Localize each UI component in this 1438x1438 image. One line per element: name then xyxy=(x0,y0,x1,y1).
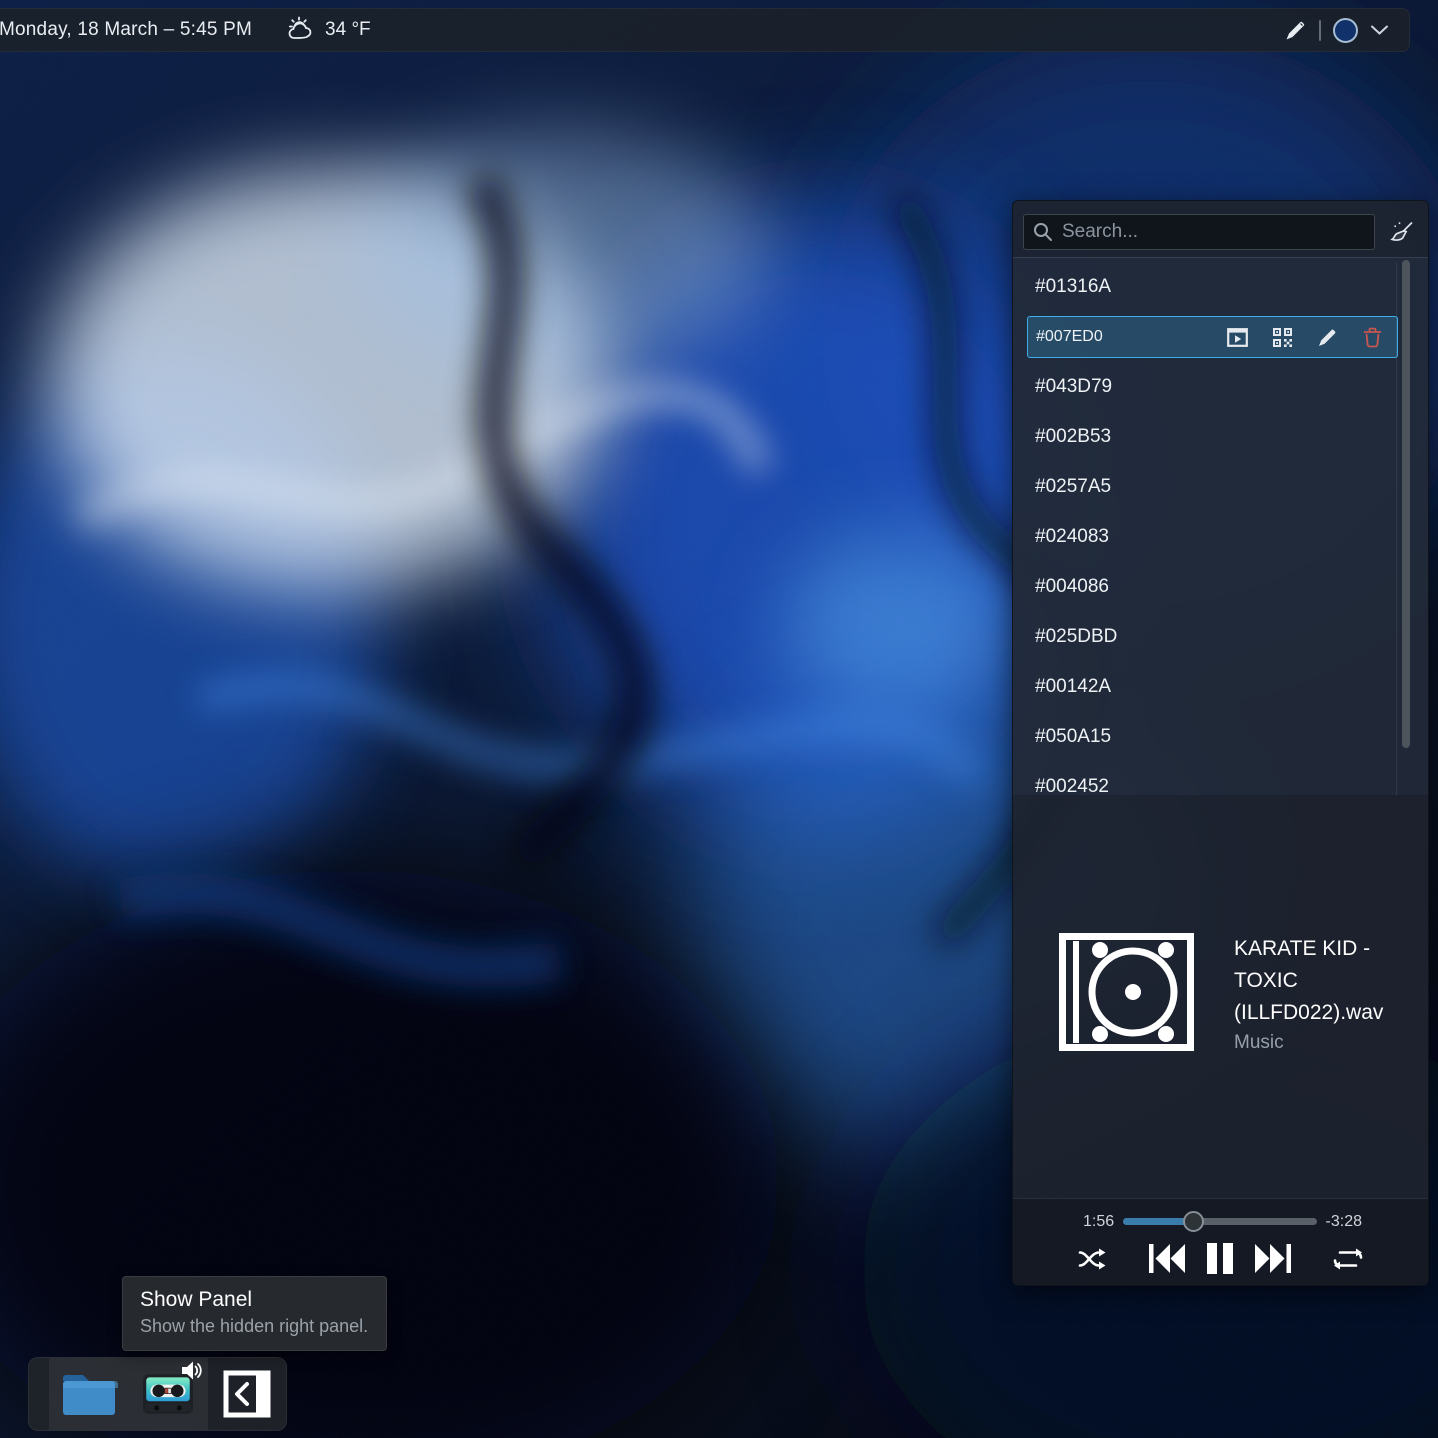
show-panel-button[interactable] xyxy=(208,1358,286,1430)
color-swatch[interactable] xyxy=(1333,18,1358,43)
clipboard-history-list: #01316A #007ED0 xyxy=(1013,257,1428,795)
invoke-action-button[interactable] xyxy=(1226,326,1248,348)
clipboard-item-label: #002452 xyxy=(1035,776,1109,795)
clipboard-item-label: #050A15 xyxy=(1035,726,1111,748)
clipboard-item-label: #043D79 xyxy=(1035,376,1112,398)
clipboard-item-label: #002B53 xyxy=(1035,426,1111,448)
pause-button[interactable] xyxy=(1207,1243,1233,1274)
seek-slider[interactable] xyxy=(1123,1211,1316,1232)
show-panel-icon xyxy=(223,1370,271,1418)
clipboard-item[interactable]: #025DBD xyxy=(1013,612,1428,662)
clipboard-item-label: #025DBD xyxy=(1035,626,1117,648)
tooltip-subtitle: Show the hidden right panel. xyxy=(140,1316,368,1337)
taskbar-item-file-manager[interactable] xyxy=(49,1358,128,1430)
scrollbar-track xyxy=(1396,262,1397,795)
delete-item-button[interactable] xyxy=(1361,326,1383,348)
folder-icon xyxy=(60,1370,118,1418)
toolbar-separator xyxy=(1319,20,1321,41)
clipboard-item-label: #024083 xyxy=(1035,526,1109,548)
scrollbar-handle[interactable] xyxy=(1402,260,1410,748)
clipboard-item[interactable]: #043D79 xyxy=(1013,362,1428,412)
seek-slider-handle[interactable] xyxy=(1183,1211,1204,1232)
media-subtitle: Music xyxy=(1234,1032,1412,1054)
chevron-down-icon[interactable] xyxy=(1370,24,1389,36)
system-tray-popup: #01316A #007ED0 xyxy=(1012,200,1429,1286)
media-buttons-row xyxy=(1013,1243,1428,1274)
search-box xyxy=(1023,214,1375,250)
media-metadata: KARATE KID - TOXIC (ILLFD022).wav Music xyxy=(1234,933,1412,1054)
album-art-placeholder-icon xyxy=(1059,933,1194,1051)
time-elapsed: 1:56 xyxy=(1083,1213,1114,1231)
clipboard-item[interactable]: #002452 xyxy=(1013,762,1428,795)
edit-contents-button[interactable] xyxy=(1316,326,1338,348)
media-player-widget: KARATE KID - TOXIC (ILLFD022).wav Music xyxy=(1059,933,1414,1054)
clear-history-button[interactable] xyxy=(1386,216,1418,248)
seek-row: 1:56 -3:28 xyxy=(1013,1211,1428,1232)
clipboard-item-actions xyxy=(1226,326,1383,348)
search-icon xyxy=(1032,221,1054,243)
clipboard-item-label: #00142A xyxy=(1035,676,1111,698)
previous-button[interactable] xyxy=(1149,1244,1185,1273)
clipboard-search-row xyxy=(1023,213,1418,251)
clipboard-item[interactable]: #00142A xyxy=(1013,662,1428,712)
previous-icon xyxy=(1149,1244,1185,1273)
qr-code-icon xyxy=(1272,327,1293,348)
search-input[interactable] xyxy=(1023,214,1375,250)
clock-date-time[interactable]: Monday, 18 March – 5:45 PM xyxy=(0,19,252,41)
pause-icon xyxy=(1207,1243,1233,1274)
edit-pencil-icon xyxy=(1317,327,1338,348)
next-icon xyxy=(1255,1244,1291,1273)
bottom-panel xyxy=(28,1357,287,1431)
shuffle-button[interactable] xyxy=(1078,1246,1108,1272)
media-controls: 1:56 -3:28 xyxy=(1013,1198,1428,1285)
clipboard-item-label: #0257A5 xyxy=(1035,476,1111,498)
clipboard-item[interactable]: #002B53 xyxy=(1013,412,1428,462)
clipboard-item-selected[interactable]: #007ED0 xyxy=(1027,316,1398,358)
clipboard-item[interactable]: #01316A xyxy=(1013,262,1428,312)
sun-behind-cloud-icon xyxy=(286,16,316,44)
clipboard-item[interactable]: #050A15 xyxy=(1013,712,1428,762)
media-title: KARATE KID - TOXIC (ILLFD022).wav xyxy=(1234,933,1412,1029)
weather-temperature: 34 °F xyxy=(325,19,371,41)
audio-volume-icon xyxy=(181,1360,202,1381)
repeat-button[interactable] xyxy=(1332,1247,1364,1271)
clipboard-item[interactable]: #024083 xyxy=(1013,512,1428,562)
clipboard-item[interactable]: #004086 xyxy=(1013,562,1428,612)
clipboard-item-selected-wrap: #007ED0 xyxy=(1013,312,1428,362)
tooltip-title: Show Panel xyxy=(140,1288,368,1312)
show-qr-button[interactable] xyxy=(1271,326,1293,348)
time-remaining: -3:28 xyxy=(1326,1213,1362,1231)
repeat-icon xyxy=(1332,1247,1364,1271)
clipboard-item[interactable]: #0257A5 xyxy=(1013,462,1428,512)
taskbar-item-audio-player[interactable] xyxy=(128,1358,207,1430)
broom-icon xyxy=(1389,219,1415,245)
clipboard-item-label: #01316A xyxy=(1035,276,1111,298)
top-panel: Monday, 18 March – 5:45 PM 34 °F xyxy=(0,8,1410,52)
clipboard-item-label: #007ED0 xyxy=(1036,328,1103,346)
clipboard-item-label: #004086 xyxy=(1035,576,1109,598)
invoke-action-icon xyxy=(1227,328,1248,347)
pencil-icon[interactable] xyxy=(1284,19,1307,42)
next-button[interactable] xyxy=(1255,1244,1291,1273)
trash-icon xyxy=(1363,327,1382,348)
show-panel-tooltip: Show Panel Show the hidden right panel. xyxy=(122,1276,387,1351)
weather-widget[interactable]: 34 °F xyxy=(286,16,371,44)
shuffle-icon xyxy=(1078,1246,1108,1272)
